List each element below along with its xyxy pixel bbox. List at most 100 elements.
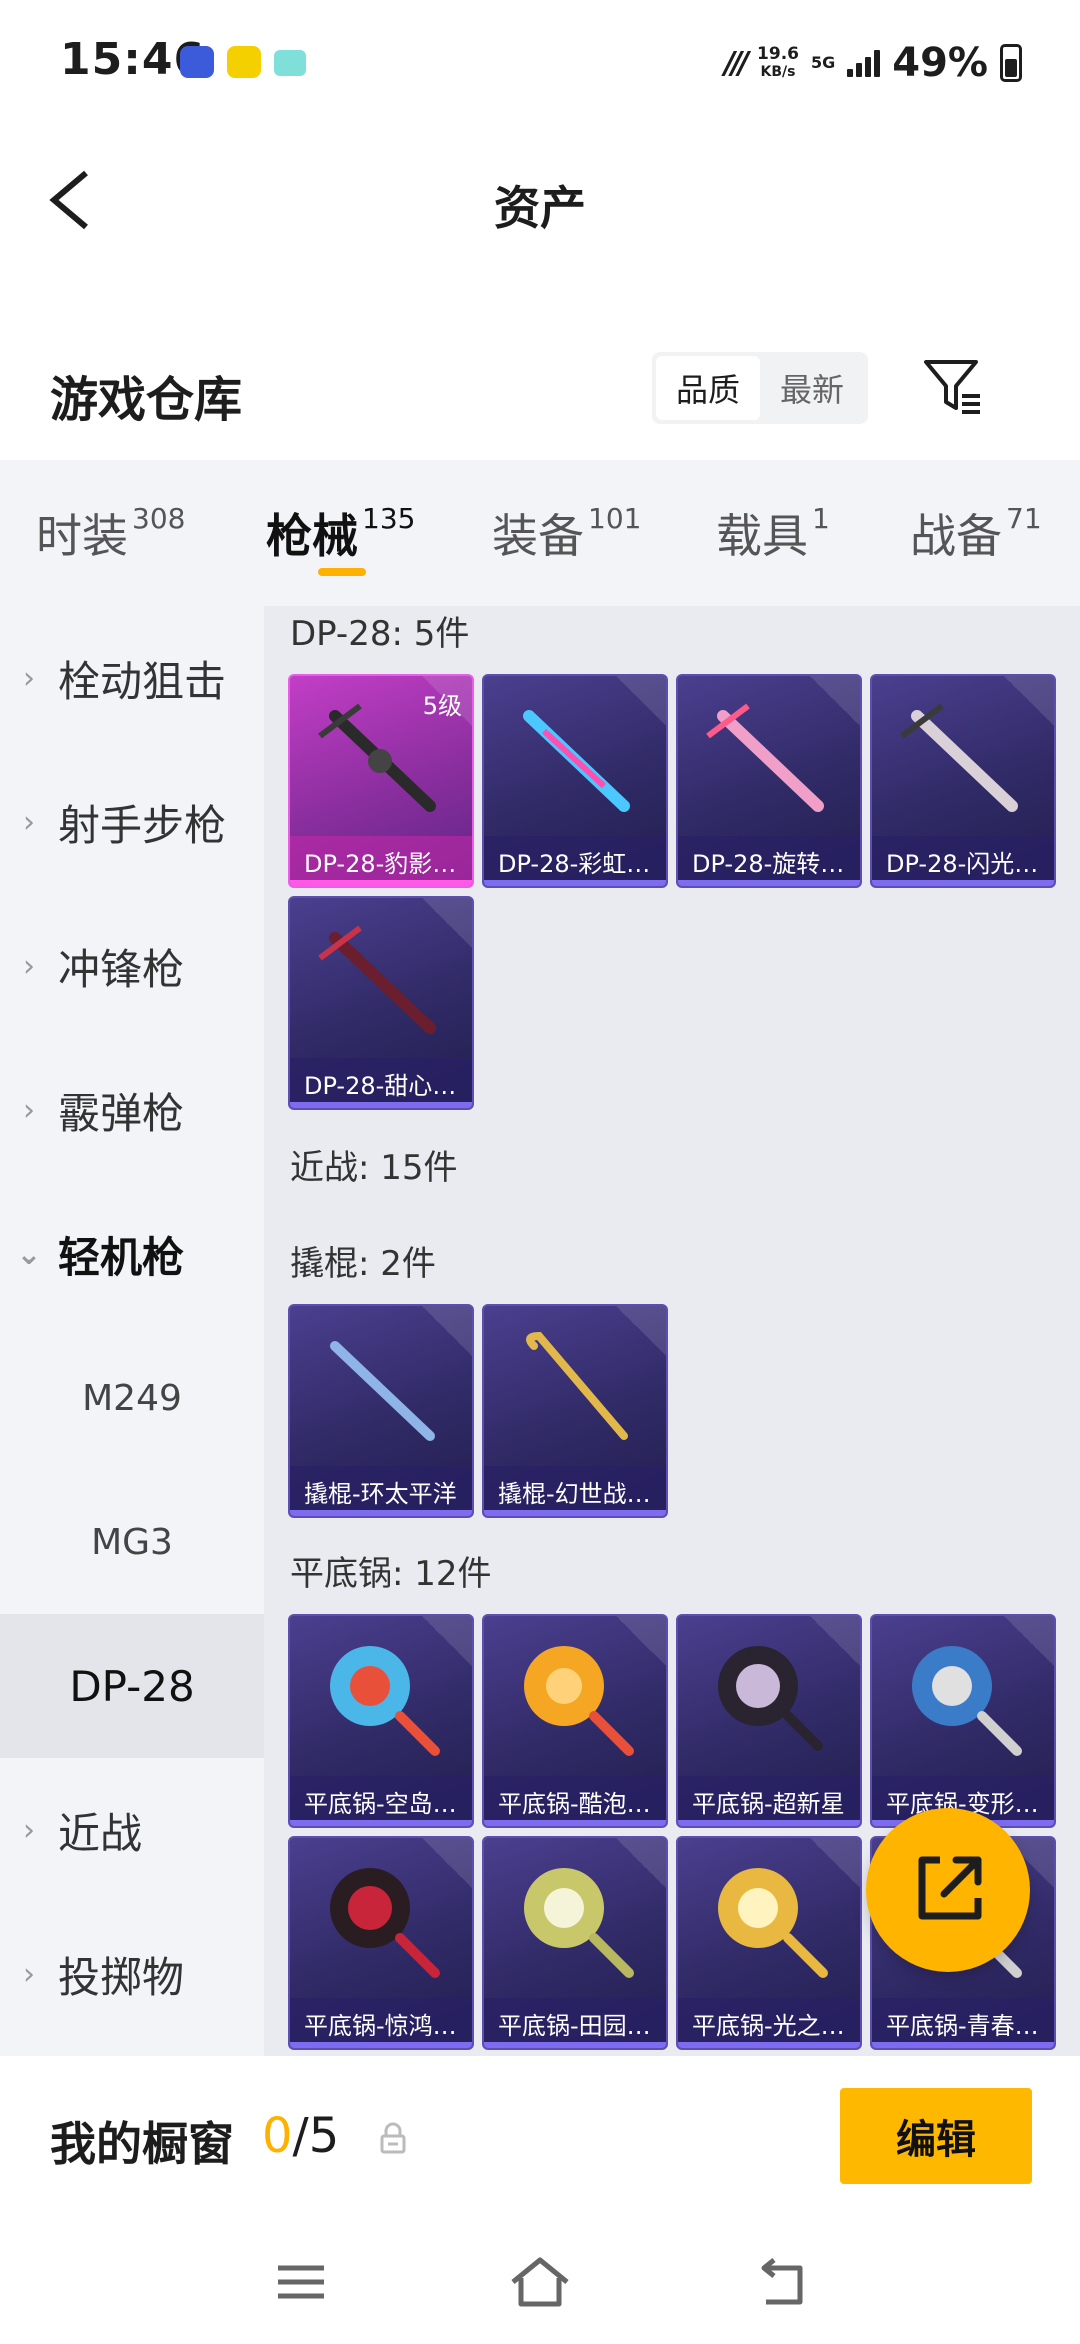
- carrier-logo-icon: ///: [724, 45, 749, 81]
- tab-equipment[interactable]: 装备 101: [492, 500, 641, 566]
- item-card[interactable]: 撬棍-环太平洋: [288, 1304, 474, 1518]
- item-name: 平底锅-青春…: [872, 1998, 1054, 2042]
- sidebar-item-label: 轻机枪: [58, 1232, 185, 1282]
- item-card[interactable]: 平底锅-光之…: [676, 1836, 862, 2050]
- sidebar-item-melee[interactable]: › 近战: [0, 1758, 264, 1902]
- section-label-crowbar: 撬棍: 2件: [290, 1244, 436, 1284]
- rarity-bar: [484, 1820, 666, 1826]
- item-card[interactable]: 平底锅-惊鸿…: [288, 1836, 474, 2050]
- message-app-icon: [274, 50, 306, 76]
- sidebar-item-bolt-sniper[interactable]: › 栓动狙击: [0, 606, 264, 750]
- network-speed: 19.6 KB/s: [757, 45, 799, 81]
- chevron-right-icon: ›: [23, 948, 35, 984]
- sidebar-item-throwables[interactable]: › 投掷物: [0, 1902, 264, 2046]
- frying-pan-icon: [718, 1646, 823, 1751]
- item-name: DP-28-彩虹…: [484, 836, 666, 880]
- tab-count: 135: [362, 501, 416, 535]
- showcase-label: 我的橱窗: [50, 2117, 234, 2171]
- battery-percent: 49%: [892, 40, 988, 86]
- category-tabs: 时装 308 枪械 135 装备 101 载具 1 战备 71: [0, 460, 1080, 606]
- status-right: /// 19.6 KB/s 5G 49%: [724, 38, 1022, 88]
- filter-button[interactable]: [918, 352, 988, 422]
- network-type-label: 5G: [810, 53, 836, 72]
- sidebar-item-smg[interactable]: › 冲锋枪: [0, 894, 264, 1038]
- item-name: 平底锅-空岛…: [290, 1776, 472, 1820]
- nav-menu-button[interactable]: [266, 2252, 336, 2312]
- tab-firearms[interactable]: 枪械 135: [266, 500, 415, 566]
- frying-pan-icon: [718, 1868, 828, 1978]
- item-name: DP-28-旋转…: [678, 836, 860, 880]
- rarity-bar: [872, 2042, 1054, 2048]
- nav-home-button[interactable]: [505, 2252, 575, 2312]
- sidebar-item-dp28[interactable]: DP-28: [0, 1614, 264, 1758]
- frying-pan-icon: [330, 1646, 440, 1756]
- rarity-bar: [290, 880, 472, 886]
- rarity-bar: [484, 2042, 666, 2048]
- sort-newest-option[interactable]: 最新: [760, 356, 864, 420]
- chevron-right-icon: ›: [23, 660, 35, 696]
- active-tab-indicator: [318, 568, 366, 576]
- network-speed-value: 19.6: [757, 44, 799, 64]
- sidebar-item-mg3[interactable]: MG3: [0, 1470, 264, 1614]
- nav-back-button[interactable]: [746, 2252, 816, 2312]
- tab-count: 1: [812, 501, 830, 535]
- lmg-skin-icon: [706, 703, 824, 812]
- tab-count: 101: [588, 501, 642, 535]
- notification-app-icon: [227, 46, 261, 78]
- item-card[interactable]: 平底锅-田园…: [482, 1836, 668, 2050]
- rarity-bar: [290, 1820, 472, 1826]
- sidebar-item-label: 投掷物: [58, 1952, 185, 2002]
- showcase-count: 0/5: [262, 2108, 339, 2164]
- share-float-button[interactable]: [866, 1808, 1030, 1972]
- chevron-right-icon: ›: [23, 1812, 35, 1848]
- item-card[interactable]: 5级 DP-28-豹影…: [288, 674, 474, 888]
- item-name: 平底锅-超新星: [678, 1776, 860, 1820]
- page-title: 资产: [494, 181, 586, 235]
- sidebar-item-shotgun[interactable]: › 霰弹枪: [0, 1038, 264, 1182]
- chevron-right-icon: ›: [23, 1956, 35, 1992]
- network-speed-unit: KB/s: [760, 64, 796, 80]
- rarity-bar: [290, 1102, 472, 1108]
- crowbar-skin-icon: [526, 1331, 628, 1440]
- sidebar-item-m249[interactable]: M249: [0, 1326, 264, 1470]
- sidebar-item-label: 栓动狙击: [58, 656, 227, 706]
- tab-label: 时装: [36, 509, 128, 563]
- item-card[interactable]: 平底锅-空岛…: [288, 1614, 474, 1828]
- sidebar-item-marksman-rifle[interactable]: › 射手步枪: [0, 750, 264, 894]
- tab-count: 308: [132, 501, 186, 535]
- system-nav-bar: [0, 2224, 1080, 2344]
- item-card[interactable]: DP-28-彩虹…: [482, 674, 668, 888]
- item-card[interactable]: DP-28-闪光…: [870, 674, 1056, 888]
- tab-label: 枪械: [266, 509, 358, 563]
- tab-label: 战备: [910, 509, 1002, 563]
- tab-count: 71: [1006, 501, 1042, 535]
- title-bar: 资产: [0, 130, 1080, 270]
- item-name: DP-28-甜心…: [290, 1058, 472, 1102]
- rarity-bar: [290, 2042, 472, 2048]
- item-name: DP-28-闪光…: [872, 836, 1054, 880]
- sidebar-item-lmg[interactable]: ⌄ 轻机枪: [0, 1182, 264, 1326]
- chevron-right-icon: ›: [23, 1092, 35, 1128]
- network-type: 5G: [811, 55, 835, 71]
- item-card[interactable]: 平底锅-酷泡…: [482, 1614, 668, 1828]
- edit-button[interactable]: 编辑: [840, 2088, 1032, 2184]
- item-card[interactable]: DP-28-甜心…: [288, 896, 474, 1110]
- item-card[interactable]: DP-28-旋转…: [676, 674, 862, 888]
- sort-quality-option[interactable]: 品质: [656, 356, 760, 420]
- showcase-current: 0: [262, 2108, 293, 2164]
- tab-battle-gear[interactable]: 战备 71: [910, 500, 1042, 566]
- vivo-app-icon: [180, 46, 214, 78]
- item-card[interactable]: 平底锅-超新星: [676, 1614, 862, 1828]
- filter-icon: [924, 360, 980, 414]
- item-card[interactable]: 平底锅-变形…: [870, 1614, 1056, 1828]
- share-external-icon: [918, 1856, 982, 1920]
- section-label-dp28: DP-28: 5件: [290, 614, 470, 654]
- tab-vehicles[interactable]: 载具 1: [716, 500, 830, 566]
- rarity-bar: [678, 1820, 860, 1826]
- tab-fashion[interactable]: 时装 308: [36, 500, 185, 566]
- sidebar-item-label: 冲锋枪: [58, 944, 185, 994]
- item-level-badge: 5级: [422, 692, 462, 720]
- item-card[interactable]: 撬棍-幻世战…: [482, 1304, 668, 1518]
- section-label-pan: 平底锅: 12件: [290, 1554, 492, 1594]
- lmg-skin-icon: [900, 703, 1018, 812]
